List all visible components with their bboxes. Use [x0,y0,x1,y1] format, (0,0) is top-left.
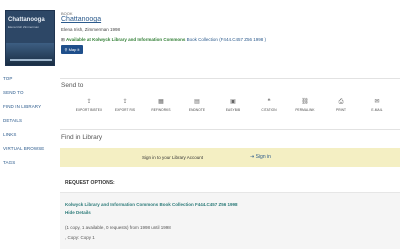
sidebar-item-send-to[interactable]: SEND TO [3,86,44,100]
permalink-button[interactable]: ⛓ PERMALINK [290,98,320,112]
availability-collection: Book Collection (F444.C457 Z56 1998 ) [186,37,266,42]
hide-details-link[interactable]: Hide Details [65,210,91,215]
copy-label: , Copy: Copy 1 [65,235,95,240]
action-label: ENDNOTE [188,108,206,112]
action-label: EXPORT RIS [114,108,136,112]
sign-in-bar: Sign in to your Library Account ⇥ Sign i… [60,148,400,167]
export-icon: ⇪ [86,99,92,105]
quote-icon: ❝ [267,99,271,105]
link-icon: ⛓ [301,99,309,105]
sign-in-button[interactable]: ⇥ Sign in [250,154,271,160]
book-cover-image[interactable]: Chattanooga Elena Irish Zimmerman [5,10,55,66]
sidebar-item-tags[interactable]: TAGS [3,156,44,170]
record-authors: Elena Irish, Zimmerman 1998 [61,27,121,32]
refworks-icon: ▦ [158,99,164,105]
copies-summary: (1 copy, 1 available, 0 requests) from 1… [65,225,171,230]
availability-status[interactable]: Available at Kolwyck Library and Informa… [66,37,185,42]
record-main: BOOK Chattanooga Elena Irish, Zimmerman … [60,0,400,249]
sidebar-nav: TOP SEND TO FIND IN LIBRARY DETAILS LINK… [3,72,44,170]
sidebar-item-find-in-library[interactable]: FIND IN LIBRARY [3,100,44,114]
availability-icon: ⊞ [61,37,65,42]
action-label: REFWORKS [151,108,171,112]
request-options-title: REQUEST OPTIONS: [65,180,115,186]
map-it-button[interactable]: ⚲ Map it [61,45,83,54]
sidebar-item-links[interactable]: LINKS [3,128,44,142]
citation-button[interactable]: ❝ CITATION [254,98,284,112]
action-label: PRINT [335,108,347,112]
sidebar-item-details[interactable]: DETAILS [3,114,44,128]
sign-in-message: Sign in to your Library Account [142,155,204,160]
cover-subtitle: Elena Irish Zimmerman [8,25,40,29]
print-button[interactable]: ⎙ PRINT [326,98,356,112]
export-ris-button[interactable]: ⇪ EXPORT RIS [110,98,140,112]
action-label: E-MAIL [371,108,383,112]
mail-icon: ✉ [374,99,380,105]
sidebar-item-top[interactable]: TOP [3,72,44,86]
print-icon: ⎙ [338,99,344,105]
request-options-panel: Kolwyck Library and Information Commons … [60,192,400,249]
easybib-button[interactable]: ▣ EASYBIB [218,98,248,112]
holding-location[interactable]: Kolwyck Library and Information Commons … [65,202,238,207]
divider [60,78,400,79]
easybib-icon: ▣ [230,99,236,105]
export-bibtex-button[interactable]: ⇪ EXPORT BIBTEX [74,98,104,112]
cover-bar [10,59,52,61]
availability: ⊞ Available at Kolwyck Library and Infor… [61,37,266,43]
endnote-icon: ▤ [194,99,200,105]
record-title[interactable]: Chattanooga [61,16,101,23]
export-icon: ⇪ [122,99,128,105]
cover-skyline [6,43,54,65]
cover-title: Chattanooga [8,17,45,23]
email-button[interactable]: ✉ E-MAIL [362,98,392,112]
action-label: CITATION [261,108,277,112]
action-label: EXPORT BIBTEX [75,108,103,112]
sidebar-item-virtual-browse[interactable]: VIRTUAL BROWSE [3,142,44,156]
action-label: EASYBIB [225,108,241,112]
endnote-button[interactable]: ▤ ENDNOTE [182,98,212,112]
sign-in-label: Sign in [255,154,271,160]
action-label: PERMALINK [295,108,315,112]
send-to-title: Send to [61,82,84,89]
find-in-library-title: Find in Library [61,134,103,141]
send-to-actions: ⇪ EXPORT BIBTEX ⇪ EXPORT RIS ▦ REFWORKS … [74,98,394,118]
divider [60,129,400,130]
sidebar: Chattanooga Elena Irish Zimmerman TOP SE… [0,0,58,249]
refworks-button[interactable]: ▦ REFWORKS [146,98,176,112]
sign-in-icon: ⇥ [250,154,255,160]
map-it-label: Map it [68,47,80,52]
map-pin-icon: ⚲ [64,47,68,52]
